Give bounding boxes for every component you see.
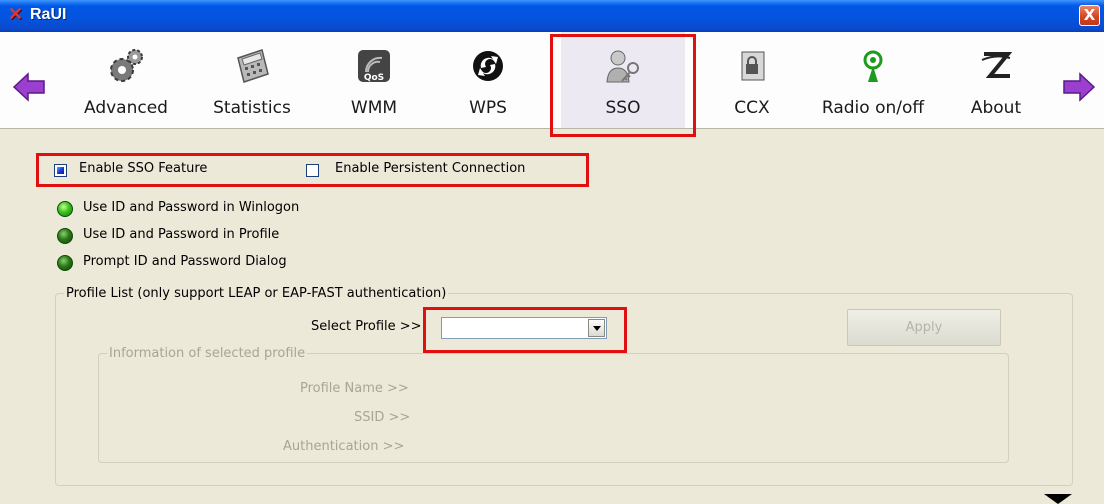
persistent-connection-label: Enable Persistent Connection [335,161,526,176]
prompt-option-indicator[interactable] [57,255,73,271]
apply-button[interactable]: Apply [847,309,1001,346]
toolbar: Advanced Statistics QoS WMM WPS SSO CCX … [0,32,1104,129]
persistent-connection-checkbox[interactable] [306,164,319,177]
tab-wmm[interactable]: QoS WMM [330,32,418,128]
tab-statistics-label: Statistics [213,98,291,118]
tab-ccx-label: CCX [734,98,770,118]
tab-statistics[interactable]: Statistics [200,32,304,128]
enable-sso-label: Enable SSO Feature [79,161,208,176]
profile-list-legend: Profile List (only support LEAP or EAP-F… [66,286,447,301]
profile-info-group: Information of selected profile [98,346,1009,463]
tab-radio-onoff-label: Radio on/off [821,98,925,118]
qos-icon: QoS [358,50,390,83]
winlogon-option-label: Use ID and Password in Winlogon [83,200,300,215]
title-bar: ✕ RaUI X [0,0,1104,32]
tab-advanced[interactable]: Advanced [76,32,176,128]
select-profile-dropdown[interactable] [441,317,607,339]
enable-sso-checkbox[interactable] [54,164,67,177]
scroll-down-icon[interactable] [1044,494,1072,504]
profile-info-legend: Information of selected profile [109,346,306,361]
z-logo-icon [981,52,1013,78]
profile-option-label: Use ID and Password in Profile [83,227,280,242]
lock-doc-icon [741,51,765,81]
ssid-label: SSID >> [354,410,411,425]
tab-radio-onoff[interactable]: Radio on/off [808,32,938,128]
chevron-down-icon[interactable] [588,319,605,337]
prompt-option-label: Prompt ID and Password Dialog [83,254,287,269]
tab-wmm-label: WMM [350,98,398,118]
window-title: RaUI [30,6,67,23]
gears-icon [110,49,143,82]
profile-name-label: Profile Name >> [300,381,409,396]
tab-sso-label: SSO [605,98,641,118]
tab-wps[interactable]: WPS [448,32,528,128]
tab-advanced-label: Advanced [84,98,168,118]
tab-about[interactable]: About [958,32,1034,128]
tab-ccx[interactable]: CCX [712,32,792,128]
winlogon-option-indicator[interactable] [57,201,73,217]
user-key-icon [606,50,639,83]
svg-text:QoS: QoS [364,73,384,83]
authentication-label: Authentication >> [283,439,405,454]
app-logo-icon: ✕ [8,4,24,25]
calculator-icon [237,49,269,83]
profile-option-indicator[interactable] [57,228,73,244]
nav-right-arrow-icon[interactable] [1062,72,1096,102]
radio-tower-icon [863,50,883,82]
tab-sso[interactable]: SSO [561,32,685,128]
select-profile-label: Select Profile >> [311,319,422,334]
wps-icon [473,51,503,81]
tab-wps-label: WPS [469,98,507,118]
close-button[interactable]: X [1079,5,1100,26]
tab-about-label: About [970,98,1022,118]
nav-left-arrow-icon[interactable] [12,72,46,102]
